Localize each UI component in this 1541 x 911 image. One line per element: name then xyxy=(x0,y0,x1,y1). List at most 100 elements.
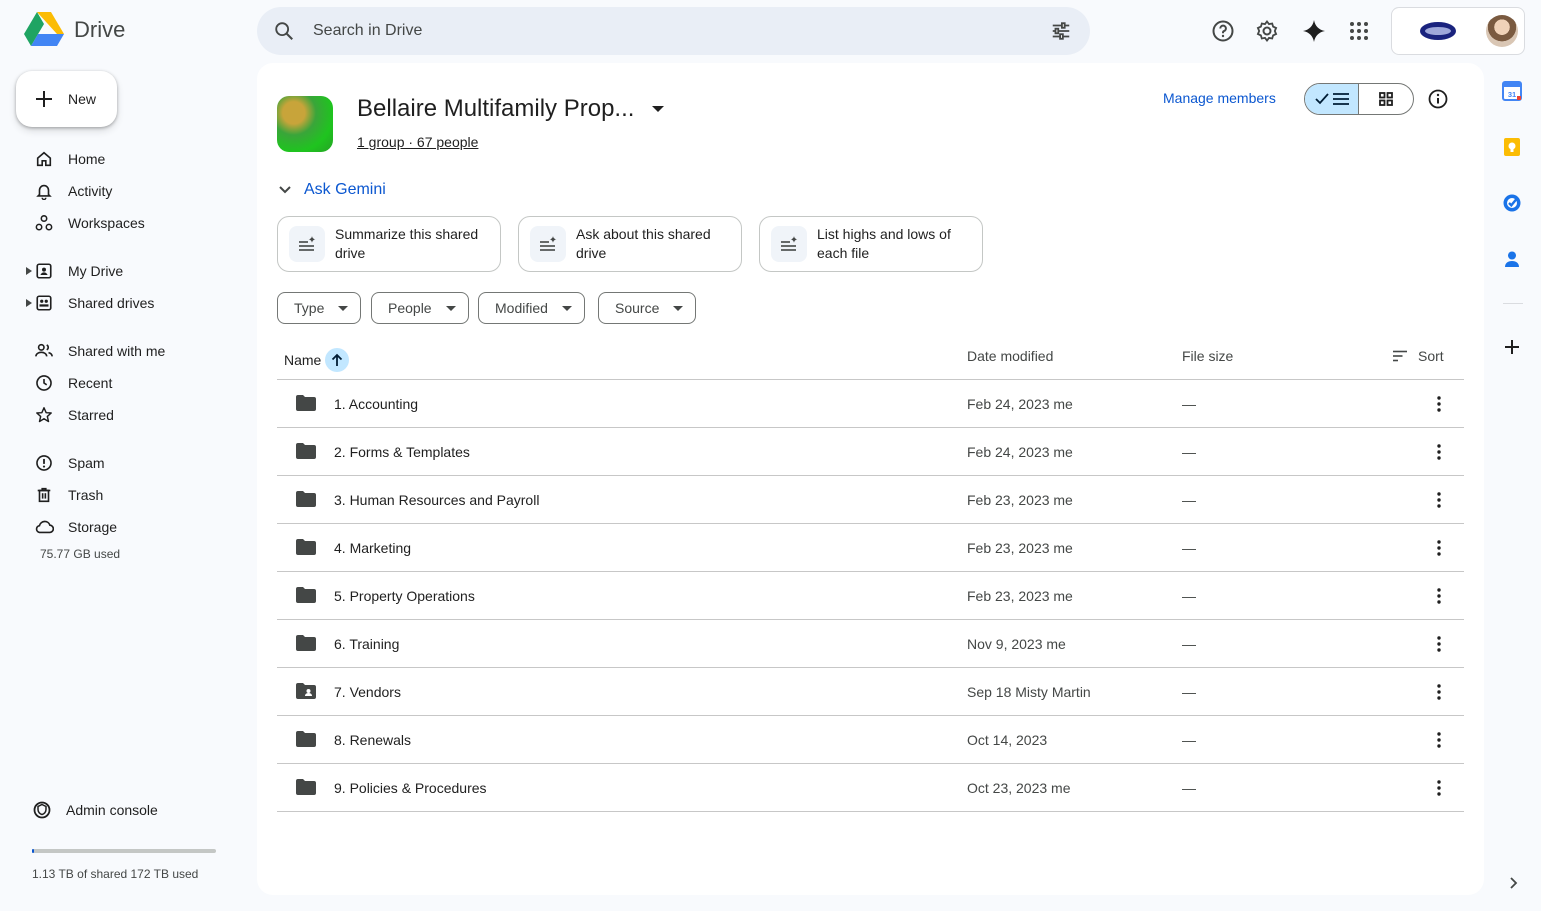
search-bar[interactable] xyxy=(257,7,1090,55)
filter-type[interactable]: Type xyxy=(277,292,362,324)
column-header-size[interactable]: File size xyxy=(1182,348,1233,364)
table-row[interactable]: 3. Human Resources and Payroll Feb 23, 20… xyxy=(277,476,1464,524)
search-input[interactable] xyxy=(313,22,1013,40)
shared-storage-text: 1.13 TB of shared 172 TB used xyxy=(32,867,199,881)
file-name[interactable]: 3. Human Resources and Payroll xyxy=(334,492,539,508)
column-header-date[interactable]: Date modified xyxy=(967,348,1053,364)
chevron-right-icon[interactable] xyxy=(1505,875,1521,891)
filter-modified[interactable]: Modified xyxy=(478,292,585,324)
settings-gear-icon[interactable] xyxy=(1253,17,1281,45)
gemini-chip-ask[interactable]: Ask about this shared drive xyxy=(518,216,742,272)
column-header-name[interactable]: Name xyxy=(284,348,350,372)
filter-people[interactable]: People xyxy=(371,292,469,324)
sidebar-item-storage[interactable]: Storage xyxy=(24,513,234,541)
table-row[interactable]: 1. Accounting Feb 24, 2023 me — xyxy=(277,380,1464,428)
side-panel-divider xyxy=(1503,303,1523,304)
help-icon[interactable] xyxy=(1209,17,1237,45)
sidebar-item-shared-with-me[interactable]: Shared with me xyxy=(24,337,234,365)
file-name[interactable]: 2. Forms & Templates xyxy=(334,444,470,460)
check-icon xyxy=(1314,93,1329,105)
more-actions-icon[interactable] xyxy=(1429,682,1449,702)
cloud-icon xyxy=(34,517,54,537)
file-date-modified: Oct 23, 2023 me xyxy=(967,780,1071,796)
search-icon[interactable] xyxy=(273,20,295,42)
admin-shield-icon xyxy=(33,801,51,819)
manage-members-button[interactable]: Manage members xyxy=(1163,90,1276,106)
table-row[interactable]: 5. Property Operations Feb 23, 2023 me — xyxy=(277,572,1464,620)
gemini-chip-summarize[interactable]: Summarize this shared drive xyxy=(277,216,501,272)
workspaces-icon xyxy=(34,213,54,233)
expand-caret-icon[interactable] xyxy=(24,299,34,307)
more-actions-icon[interactable] xyxy=(1429,538,1449,558)
star-icon xyxy=(34,405,54,425)
clock-icon xyxy=(34,373,54,393)
folder-icon xyxy=(296,779,316,795)
dropdown-arrow-icon xyxy=(445,305,456,311)
file-date-modified: Nov 9, 2023 me xyxy=(967,636,1066,652)
sort-button[interactable]: Sort xyxy=(1392,348,1444,364)
sidebar-item-home[interactable]: Home xyxy=(24,145,234,173)
shared-drive-thumbnail xyxy=(277,96,333,152)
admin-console-link[interactable]: Admin console xyxy=(32,800,158,820)
more-actions-icon[interactable] xyxy=(1429,778,1449,798)
more-actions-icon[interactable] xyxy=(1429,730,1449,750)
apps-grid-icon[interactable] xyxy=(1345,17,1373,45)
gemini-sparkle-icon[interactable] xyxy=(1300,17,1328,45)
more-actions-icon[interactable] xyxy=(1429,442,1449,462)
more-actions-icon[interactable] xyxy=(1429,490,1449,510)
drive-logo-icon xyxy=(24,12,64,46)
tasks-icon[interactable] xyxy=(1502,193,1524,215)
sidebar-item-recent[interactable]: Recent xyxy=(24,369,234,397)
sort-ascending-icon[interactable] xyxy=(325,348,350,372)
folder-icon xyxy=(296,491,316,507)
shared-drive-title[interactable]: Bellaire Multifamily Prop... xyxy=(357,95,665,123)
expand-caret-icon[interactable] xyxy=(24,267,34,275)
spam-icon xyxy=(34,453,54,473)
info-icon[interactable] xyxy=(1427,88,1449,110)
sidebar-item-workspaces[interactable]: Workspaces xyxy=(24,209,234,237)
more-actions-icon[interactable] xyxy=(1429,634,1449,654)
account-switcher[interactable] xyxy=(1391,7,1525,55)
bell-icon xyxy=(34,181,54,201)
sidebar-item-shared-drives[interactable]: Shared drives xyxy=(24,289,234,317)
drive-members-link[interactable]: 1 group · 67 people xyxy=(357,134,478,150)
file-name[interactable]: 4. Marketing xyxy=(334,540,411,556)
file-name[interactable]: 6. Training xyxy=(334,636,399,652)
table-row[interactable]: 8. Renewals Oct 14, 2023 — xyxy=(277,716,1464,764)
folder-icon xyxy=(296,587,316,603)
more-actions-icon[interactable] xyxy=(1429,586,1449,606)
filter-source[interactable]: Source xyxy=(598,292,697,324)
gemini-chip-highs-lows[interactable]: List highs and lows of each file xyxy=(759,216,983,272)
table-row[interactable]: 7. Vendors Sep 18 Misty Martin — xyxy=(277,668,1464,716)
sidebar-item-my-drive[interactable]: My Drive xyxy=(24,257,234,285)
table-row[interactable]: 4. Marketing Feb 23, 2023 me — xyxy=(277,524,1464,572)
file-name[interactable]: 9. Policies & Procedures xyxy=(334,780,487,796)
grid-view-button[interactable] xyxy=(1359,84,1413,114)
file-name[interactable]: 5. Property Operations xyxy=(334,588,475,604)
list-view-button[interactable] xyxy=(1305,84,1360,114)
sidebar-item-starred[interactable]: Starred xyxy=(24,401,234,429)
folder-icon xyxy=(296,731,316,747)
sidebar-item-trash[interactable]: Trash xyxy=(24,481,234,509)
file-name[interactable]: 8. Renewals xyxy=(334,732,411,748)
avatar[interactable] xyxy=(1486,15,1518,47)
add-icon[interactable] xyxy=(1502,337,1524,359)
table-row[interactable]: 2. Forms & Templates Feb 24, 2023 me — xyxy=(277,428,1464,476)
new-button[interactable]: New xyxy=(16,71,117,127)
keep-icon[interactable] xyxy=(1502,137,1524,159)
sort-icon xyxy=(1393,350,1407,362)
sidebar-item-spam[interactable]: Spam xyxy=(24,449,234,477)
file-name[interactable]: 1. Accounting xyxy=(334,396,418,412)
drive-logo[interactable]: Drive xyxy=(24,12,125,48)
search-options-icon[interactable] xyxy=(1050,20,1072,42)
home-icon xyxy=(34,149,54,169)
table-row[interactable]: 9. Policies & Procedures Oct 23, 2023 me — xyxy=(277,764,1464,812)
contacts-icon[interactable] xyxy=(1502,249,1524,271)
table-row[interactable]: 6. Training Nov 9, 2023 me — xyxy=(277,620,1464,668)
more-actions-icon[interactable] xyxy=(1429,394,1449,414)
sidebar-item-activity[interactable]: Activity xyxy=(24,177,234,205)
file-name[interactable]: 7. Vendors xyxy=(334,684,401,700)
dropdown-arrow-icon xyxy=(561,305,572,311)
ask-gemini-toggle[interactable]: Ask Gemini xyxy=(278,181,386,199)
calendar-icon[interactable]: 31 xyxy=(1502,81,1524,103)
